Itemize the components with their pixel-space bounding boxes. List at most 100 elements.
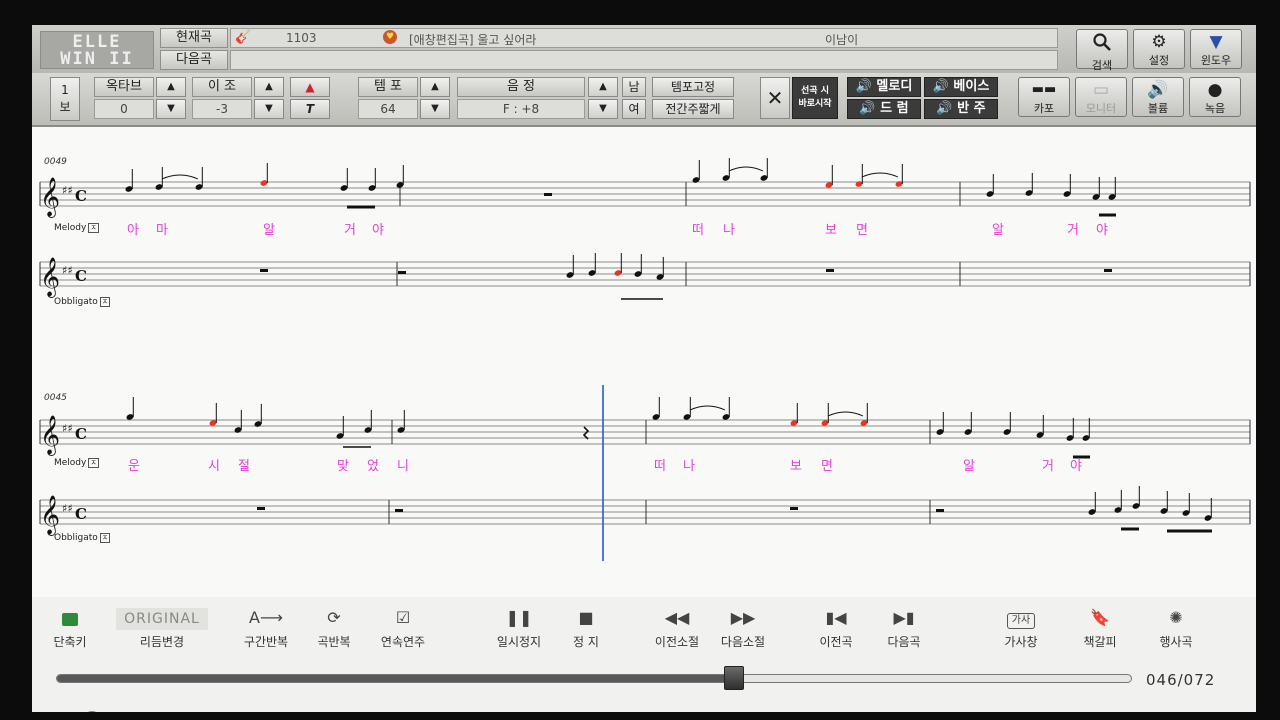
tie-arc xyxy=(861,172,899,178)
previous-measure-button[interactable]: ◀◀ 이전소절 xyxy=(646,607,708,650)
treble-clef: 𝄞 xyxy=(40,177,60,218)
lyric-syllable: 었 xyxy=(367,459,379,474)
song-repeat-button[interactable]: ⟳ 곡반복 xyxy=(308,607,360,650)
lyric-syllable: 나 xyxy=(683,459,695,474)
music-notation: 𝄞 ♯♯ C𝄞 ♯♯ C𝄞 ♯♯ C𝄞 ♯♯ C xyxy=(39,158,1251,561)
transpose-up-button[interactable]: ▲ xyxy=(254,77,284,97)
lyrics-window-button[interactable]: 가사 가사창 xyxy=(992,607,1050,650)
arrow-down-icon: ▼ xyxy=(431,103,439,114)
artist-name: 이남이 xyxy=(825,33,859,47)
lyric-syllable: 거 xyxy=(1067,223,1079,238)
key-signature: ♯♯ xyxy=(62,264,73,277)
lyric-syllable: 야 xyxy=(372,223,384,238)
octave-down-button[interactable]: ▼ xyxy=(156,99,186,119)
lyric-syllable: 야 xyxy=(1096,223,1108,238)
obbligato-part-label: Obbligato ㅈ xyxy=(54,297,111,307)
monitor-button[interactable]: ▭ 모니터 xyxy=(1075,77,1127,117)
lyric-syllable: 면 xyxy=(856,223,868,238)
text-style-button[interactable]: T xyxy=(290,99,330,119)
lyrics-window-icon: 가사 xyxy=(992,607,1050,629)
arrow-up-icon: ▲ xyxy=(167,81,175,92)
transpose-down-button[interactable]: ▼ xyxy=(254,99,284,119)
pause-icon: ❚❚ xyxy=(505,608,533,627)
continuous-play-icon: ☑ xyxy=(395,608,411,627)
monitor-icon: ▭ xyxy=(1092,80,1110,100)
tempo-down-button[interactable]: ▼ xyxy=(420,99,450,119)
speaker-icon: 🔊 xyxy=(932,79,949,94)
next-song-field[interactable] xyxy=(230,50,1058,70)
pitch-down-button[interactable]: ▼ xyxy=(588,99,618,119)
lyric-syllable: 보 xyxy=(790,459,802,474)
pitch-up-button[interactable]: ▲ xyxy=(588,77,618,97)
octave-label: 옥타브 xyxy=(94,77,154,97)
lyric-syllable: 거 xyxy=(344,223,356,238)
app-logo: ELLE WIN II xyxy=(40,31,154,69)
whole-rest xyxy=(544,193,552,196)
pause-button[interactable]: ❚❚ 일시정지 xyxy=(488,607,550,650)
current-song-field[interactable]: 🎸 1103 ♥ [애창편집곡] 울고 싶어라 이남이 xyxy=(230,28,1058,48)
event-song-button[interactable]: ✺ 행사곡 xyxy=(1148,607,1204,650)
male-key-button[interactable]: 남 xyxy=(622,77,646,97)
bass-toggle[interactable]: 🔊 베이스 xyxy=(924,77,998,97)
progress-thumb[interactable] xyxy=(723,666,744,690)
score-area: 𝄞 ♯♯ C 𝄞 ♯♯ C 𝄞 ♯♯ C 𝄞 ♯♯ C 0049 Melody ㅈ Obbligato ㅈ… xyxy=(32,127,1256,597)
tempo-up-button[interactable]: ▲ xyxy=(420,77,450,97)
text-t-icon: T xyxy=(305,102,315,116)
stop-button[interactable]: ■ 정 지 xyxy=(558,607,614,650)
prelude-short-button[interactable]: 전간주짧게 xyxy=(652,99,734,119)
window-button[interactable]: ▼ 윈도우 xyxy=(1190,29,1242,69)
bookmark-button[interactable]: 🔖 책갈피 xyxy=(1072,607,1128,650)
song-repeat-icon: ⟳ xyxy=(327,608,341,627)
lyric-syllable: 아 xyxy=(127,223,139,238)
whole-rest xyxy=(1104,269,1112,272)
capo-button[interactable]: ▬▬ 카포 xyxy=(1018,77,1070,117)
search-button[interactable]: 검색 xyxy=(1076,29,1128,72)
fast-forward-icon: ▶▶ xyxy=(730,608,756,627)
female-key-button[interactable]: 여 xyxy=(622,99,646,119)
speaker-icon: 🔊 xyxy=(859,101,876,116)
warning-triangle-icon: ▲ xyxy=(305,80,315,94)
progress-track[interactable] xyxy=(56,674,1132,683)
octave-up-button[interactable]: ▲ xyxy=(156,77,186,97)
guitar-icon: 🎸 xyxy=(235,30,252,45)
whole-rest xyxy=(257,507,265,510)
stop-icon: ■ xyxy=(578,608,594,627)
record-button[interactable]: ● 녹음 xyxy=(1189,77,1241,117)
arrow-down-icon: ▼ xyxy=(599,103,607,114)
accompaniment-toggle[interactable]: 🔊 반 주 xyxy=(924,99,998,119)
lyric-syllable: 알 xyxy=(992,223,1004,238)
lyric-syllable: 떠 xyxy=(692,223,704,238)
song-title: [애창편집곡] 울고 싶어라 xyxy=(409,33,537,47)
tempo-fix-button[interactable]: 템포고정 xyxy=(652,77,734,97)
volume-button[interactable]: 🔊 볼륨 xyxy=(1132,77,1184,117)
measure-number: 0049 xyxy=(44,157,67,167)
treble-clef: 𝄞 xyxy=(40,495,60,536)
next-song-button[interactable]: ▶▮ 다음곡 xyxy=(876,607,932,650)
page-button[interactable]: 1 보 xyxy=(50,77,80,121)
rhythm-change-button[interactable]: ORIGINAL 리듬변경 xyxy=(108,607,216,650)
volume-icon: 🔊 xyxy=(1147,80,1169,100)
lyric-syllable: 보 xyxy=(825,223,837,238)
melody-toggle[interactable]: 🔊 멜로디 xyxy=(847,77,921,97)
close-start-button[interactable]: ✕ xyxy=(760,77,790,119)
lyric-syllable: 떠 xyxy=(654,459,666,474)
song-number: 1103 xyxy=(286,31,317,45)
shortcut-button[interactable]: 단축키 xyxy=(42,607,98,650)
lyric-syllable: 절 xyxy=(238,459,250,474)
karaoke-screen: ELLE WIN II 현재곡 다음곡 🎸 1103 ♥ [애창편집곡] 울고 싶… xyxy=(32,25,1256,712)
drum-toggle[interactable]: 🔊 드 럼 xyxy=(847,99,921,119)
gear-icon: ⚙ xyxy=(1151,32,1167,52)
section-repeat-button[interactable]: A⟶ 구간반복 xyxy=(236,607,296,650)
original-icon: ORIGINAL xyxy=(108,607,216,630)
arrow-down-icon: ▼ xyxy=(265,103,273,114)
whole-rest xyxy=(790,507,798,510)
start-on-select-toggle[interactable]: 선곡 시 바로시작 xyxy=(792,77,838,119)
settings-button[interactable]: ⚙ 설정 xyxy=(1133,29,1185,69)
sharp-flat-button[interactable]: ▲ xyxy=(290,77,330,97)
continuous-play-button[interactable]: ☑ 연속연주 xyxy=(372,607,434,650)
treble-clef: 𝄞 xyxy=(40,415,60,456)
next-measure-button[interactable]: ▶▶ 다음소절 xyxy=(712,607,774,650)
key-signature: ♯♯ xyxy=(62,422,73,435)
loop-start-marker[interactable]: 1 xyxy=(84,711,100,712)
previous-song-button[interactable]: ▮◀ 이전곡 xyxy=(808,607,864,650)
